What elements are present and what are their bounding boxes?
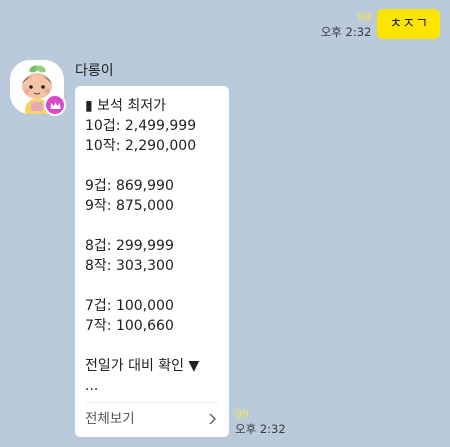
message-time: 오후 2:32 bbox=[235, 422, 286, 436]
message-line bbox=[85, 216, 219, 236]
sender-name[interactable]: 다롱이 bbox=[75, 60, 114, 80]
message-line: 8작: 303,300 bbox=[85, 258, 174, 274]
outgoing-message-row: 99 오후 2:32 ㅊㅈㄱ bbox=[321, 9, 440, 39]
message-time: 오후 2:32 bbox=[320, 25, 372, 39]
crown-badge bbox=[44, 94, 66, 116]
message-line: ... bbox=[85, 378, 99, 394]
view-all-button[interactable]: 전체보기 bbox=[85, 409, 219, 429]
unread-count: 99 bbox=[357, 11, 372, 24]
message-line: 9겁: 869,990 bbox=[85, 178, 174, 194]
message-line bbox=[85, 336, 219, 356]
unread-count: 99 bbox=[235, 408, 249, 421]
message-line: 전일가 대비 확인 ▼ bbox=[85, 358, 200, 374]
message-line: 9작: 875,000 bbox=[85, 198, 174, 214]
message-line bbox=[85, 156, 219, 176]
view-all-label: 전체보기 bbox=[85, 411, 135, 427]
chat-room: 99 오후 2:32 ㅊㅈㄱ 다롱이 ▮ 보석 최저가 10겁: 2,499,9… bbox=[0, 0, 450, 447]
outgoing-bubble[interactable]: ㅊㅈㄱ bbox=[377, 9, 440, 39]
message-line bbox=[85, 276, 219, 296]
message-line: 7겁: 100,000 bbox=[85, 298, 174, 314]
crown-icon bbox=[50, 101, 60, 109]
bubble-divider bbox=[85, 402, 219, 403]
outgoing-meta: 99 오후 2:32 bbox=[321, 11, 372, 39]
message-line: 7작: 100,660 bbox=[85, 318, 174, 334]
incoming-bubble[interactable]: ▮ 보석 최저가 10겁: 2,499,999 10작: 2,290,000 9… bbox=[75, 86, 229, 437]
message-line: 8겁: 299,999 bbox=[85, 238, 174, 254]
message-line: ▮ 보석 최저가 bbox=[85, 98, 167, 114]
message-line: 10작: 2,290,000 bbox=[85, 138, 197, 154]
message-line: 10겁: 2,499,999 bbox=[85, 118, 197, 134]
incoming-meta: 99 오후 2:32 bbox=[235, 408, 286, 436]
chevron-right-icon bbox=[209, 413, 217, 425]
